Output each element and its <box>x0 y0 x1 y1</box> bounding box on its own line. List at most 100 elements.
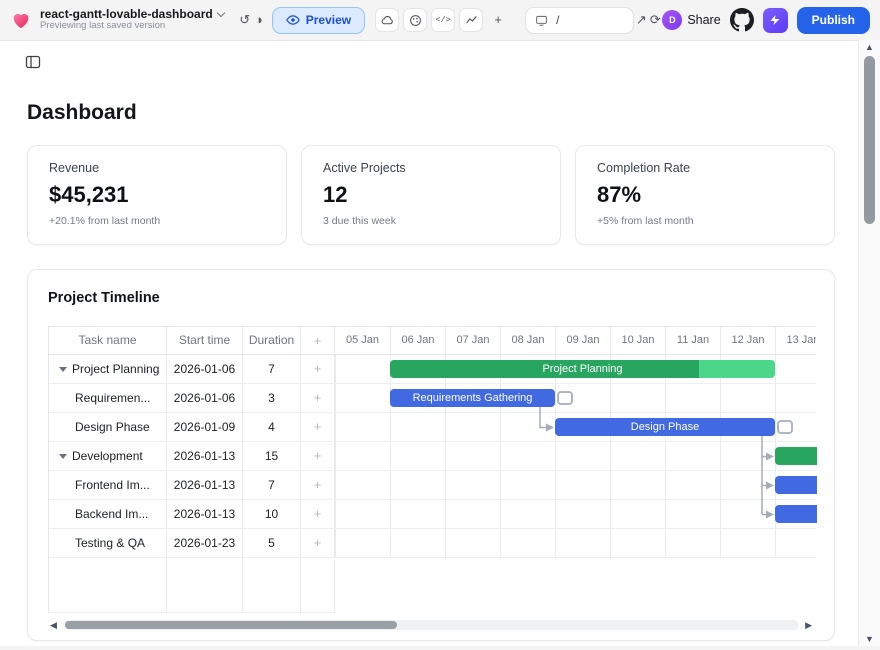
palette-button[interactable] <box>403 8 427 32</box>
page-vertical-scrollbar[interactable]: ▲ ▼ <box>858 40 880 646</box>
bar-label: Requirements Gathering <box>413 392 533 404</box>
history-button[interactable]: ↺ <box>238 9 252 31</box>
task-name: Design Phase <box>75 413 150 441</box>
add-task-button[interactable]: + <box>301 500 335 528</box>
scroll-left-icon: ◀ <box>50 620 57 630</box>
project-menu[interactable]: react-gantt-lovable-dashboard Previewing… <box>40 8 224 33</box>
gantt-bar-project-planning[interactable]: Project Planning <box>390 360 775 378</box>
gantt-bar-requirements-gathering[interactable]: Requirements Gathering <box>390 389 555 407</box>
scroll-up-button[interactable]: ▲ <box>859 42 880 52</box>
publish-button[interactable]: Publish <box>797 7 870 34</box>
task-name-cell: Requiremen... <box>49 384 167 412</box>
gantt-bar-development[interactable] <box>775 447 817 465</box>
scrollbar-thumb[interactable] <box>65 621 397 629</box>
refresh-button[interactable]: ⟳ <box>648 9 662 31</box>
task-duration: 3 <box>243 384 301 412</box>
stat-card-completion-rate: Completion Rate 87% +5% from last month <box>575 145 835 245</box>
palette-icon <box>409 14 422 27</box>
col-header-duration: Duration <box>243 327 301 354</box>
bar-label: Design Phase <box>631 421 700 433</box>
analytics-button[interactable] <box>459 8 483 32</box>
preview-button[interactable]: Preview <box>272 7 365 34</box>
share-label: Share <box>687 13 720 27</box>
add-task-button[interactable]: + <box>301 471 335 499</box>
topbar-right: D Share Publish <box>662 7 870 34</box>
add-task-button[interactable]: + <box>301 413 335 441</box>
cloud-button[interactable] <box>375 8 399 32</box>
stat-value: 87% <box>597 182 813 208</box>
scroll-left-button[interactable]: ◀ <box>50 618 57 632</box>
gantt-chart-layer: Project Planning Requirements Gathering … <box>335 327 817 613</box>
share-button[interactable]: D Share <box>662 10 720 30</box>
chart-icon <box>465 14 478 27</box>
task-start: 2026-01-13 <box>167 471 243 499</box>
add-column-button[interactable]: + <box>301 327 335 354</box>
preview-label: Preview <box>306 13 351 27</box>
task-name: Backend Im... <box>75 500 148 528</box>
stat-cards: Revenue $45,231 +20.1% from last month A… <box>27 145 835 245</box>
stat-subtext: +20.1% from last month <box>49 215 265 227</box>
plus-icon: + <box>301 355 334 383</box>
stat-value: $45,231 <box>49 182 265 208</box>
project-name: react-gantt-lovable-dashboard <box>40 8 213 22</box>
col-header-task-name: Task name <box>49 327 167 354</box>
task-duration: 10 <box>243 500 301 528</box>
stat-subtext: 3 due this week <box>323 215 539 227</box>
task-name-cell: Development <box>49 442 167 470</box>
device-icon <box>535 14 548 27</box>
toolbar-icon-group: </> + <box>375 8 509 32</box>
add-panel-button[interactable]: + <box>487 9 509 31</box>
scroll-down-button[interactable]: ▼ <box>859 634 880 644</box>
add-task-button[interactable]: + <box>301 529 335 557</box>
task-start: 2026-01-13 <box>167 500 243 528</box>
task-name: Frontend Im... <box>75 471 150 499</box>
gantt-bar-design-phase[interactable]: Design Phase <box>555 418 775 436</box>
stat-label: Revenue <box>49 161 265 175</box>
preview-stage: Dashboard Revenue $45,231 +20.1% from la… <box>0 40 858 646</box>
github-button[interactable] <box>730 8 754 32</box>
task-start: 2026-01-06 <box>167 355 243 383</box>
upgrade-button[interactable] <box>763 8 788 33</box>
task-name-cell: Backend Im... <box>49 500 167 528</box>
gantt-horizontal-scrollbar: ◀ ▶ <box>50 618 812 632</box>
history-icon: ↺ <box>239 12 250 27</box>
scroll-right-button[interactable]: ▶ <box>805 618 812 632</box>
contrast-icon: ◑ <box>255 12 263 27</box>
scrollbar-thumb[interactable] <box>864 56 875 224</box>
gantt-table: Task name Start time Duration + 05 Jan 0… <box>48 326 816 613</box>
bar-resize-handle[interactable] <box>557 391 573 405</box>
lovable-logo-icon[interactable] <box>10 9 32 31</box>
bar-label: Project Planning <box>542 363 622 375</box>
task-name: Requiremen... <box>75 384 150 412</box>
bar-resize-handle[interactable] <box>777 420 793 434</box>
gantt-bar-backend[interactable] <box>775 505 817 523</box>
plus-icon: + <box>301 413 334 441</box>
external-link-icon: ↗ <box>636 12 647 27</box>
code-button[interactable]: </> <box>431 8 455 32</box>
add-task-button[interactable]: + <box>301 355 335 383</box>
collapse-caret-icon[interactable] <box>59 454 67 459</box>
scroll-down-icon: ▼ <box>865 634 874 644</box>
add-task-button[interactable]: + <box>301 384 335 412</box>
open-external-button[interactable]: ↗ <box>634 9 648 31</box>
avatar: D <box>662 10 682 30</box>
scroll-up-icon: ▲ <box>865 42 874 52</box>
topbar: react-gantt-lovable-dashboard Previewing… <box>0 0 880 40</box>
eye-icon <box>286 13 300 27</box>
project-timeline-card: Project Timeline Task name Start time Du… <box>27 269 835 641</box>
cloud-icon <box>381 14 394 27</box>
sidebar-toggle-button[interactable] <box>25 54 41 73</box>
task-name: Development <box>72 442 143 470</box>
gantt-bar-frontend[interactable] <box>775 476 817 494</box>
project-subtitle: Previewing last saved version <box>40 21 224 32</box>
contrast-button[interactable]: ◑ <box>252 9 266 31</box>
plus-icon: + <box>301 529 334 557</box>
collapse-caret-icon[interactable] <box>59 367 67 372</box>
task-name: Project Planning <box>72 355 159 383</box>
url-bar[interactable]: / <box>525 7 634 34</box>
scrollbar-track[interactable] <box>63 620 799 630</box>
lightning-icon <box>769 14 781 26</box>
task-start: 2026-01-23 <box>167 529 243 557</box>
plus-icon: + <box>301 500 334 528</box>
add-task-button[interactable]: + <box>301 442 335 470</box>
